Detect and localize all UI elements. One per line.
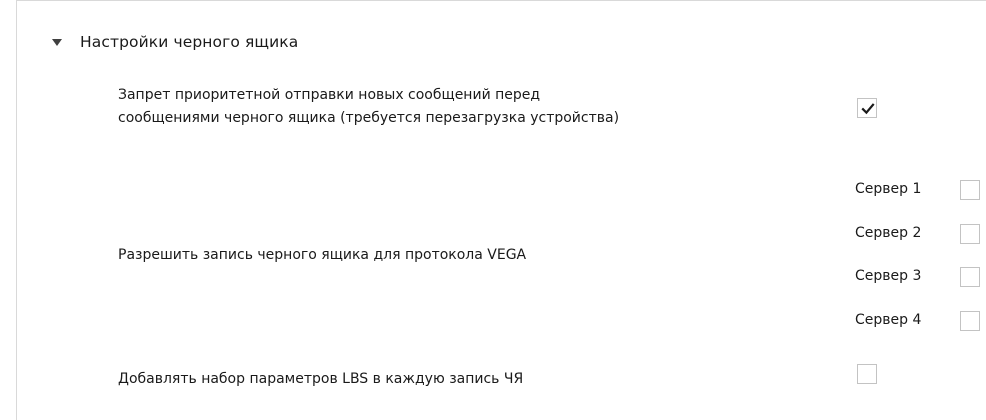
priority-setting-checkbox[interactable] bbox=[857, 98, 877, 118]
server-4-label: Сервер 4 bbox=[855, 312, 922, 328]
checkmark-icon bbox=[861, 103, 875, 115]
server-3-checkbox[interactable] bbox=[960, 267, 980, 287]
settings-panel bbox=[16, 0, 986, 420]
server-4-checkbox[interactable] bbox=[960, 311, 980, 331]
server-1-checkbox[interactable] bbox=[960, 180, 980, 200]
lbs-setting-checkbox[interactable] bbox=[857, 364, 877, 384]
lbs-setting-label: Добавлять набор параметров LBS в каждую … bbox=[118, 371, 524, 387]
vega-setting-label: Разрешить запись черного ящика для прото… bbox=[118, 247, 527, 263]
server-2-checkbox[interactable] bbox=[960, 224, 980, 244]
server-1-label: Сервер 1 bbox=[855, 181, 922, 197]
priority-setting-label-line2: сообщениями черного ящика (требуется пер… bbox=[118, 110, 620, 126]
section-header-black-box[interactable]: Настройки черного ящика bbox=[52, 30, 298, 54]
section-title: Настройки черного ящика bbox=[80, 33, 299, 51]
server-3-label: Сервер 3 bbox=[855, 268, 922, 284]
priority-setting-label-line1: Запрет приоритетной отправки новых сообщ… bbox=[118, 87, 541, 103]
priority-setting-label: Запрет приоритетной отправки новых сообщ… bbox=[118, 84, 619, 130]
triangle-down-icon[interactable] bbox=[52, 39, 62, 46]
server-2-label: Сервер 2 bbox=[855, 225, 922, 241]
